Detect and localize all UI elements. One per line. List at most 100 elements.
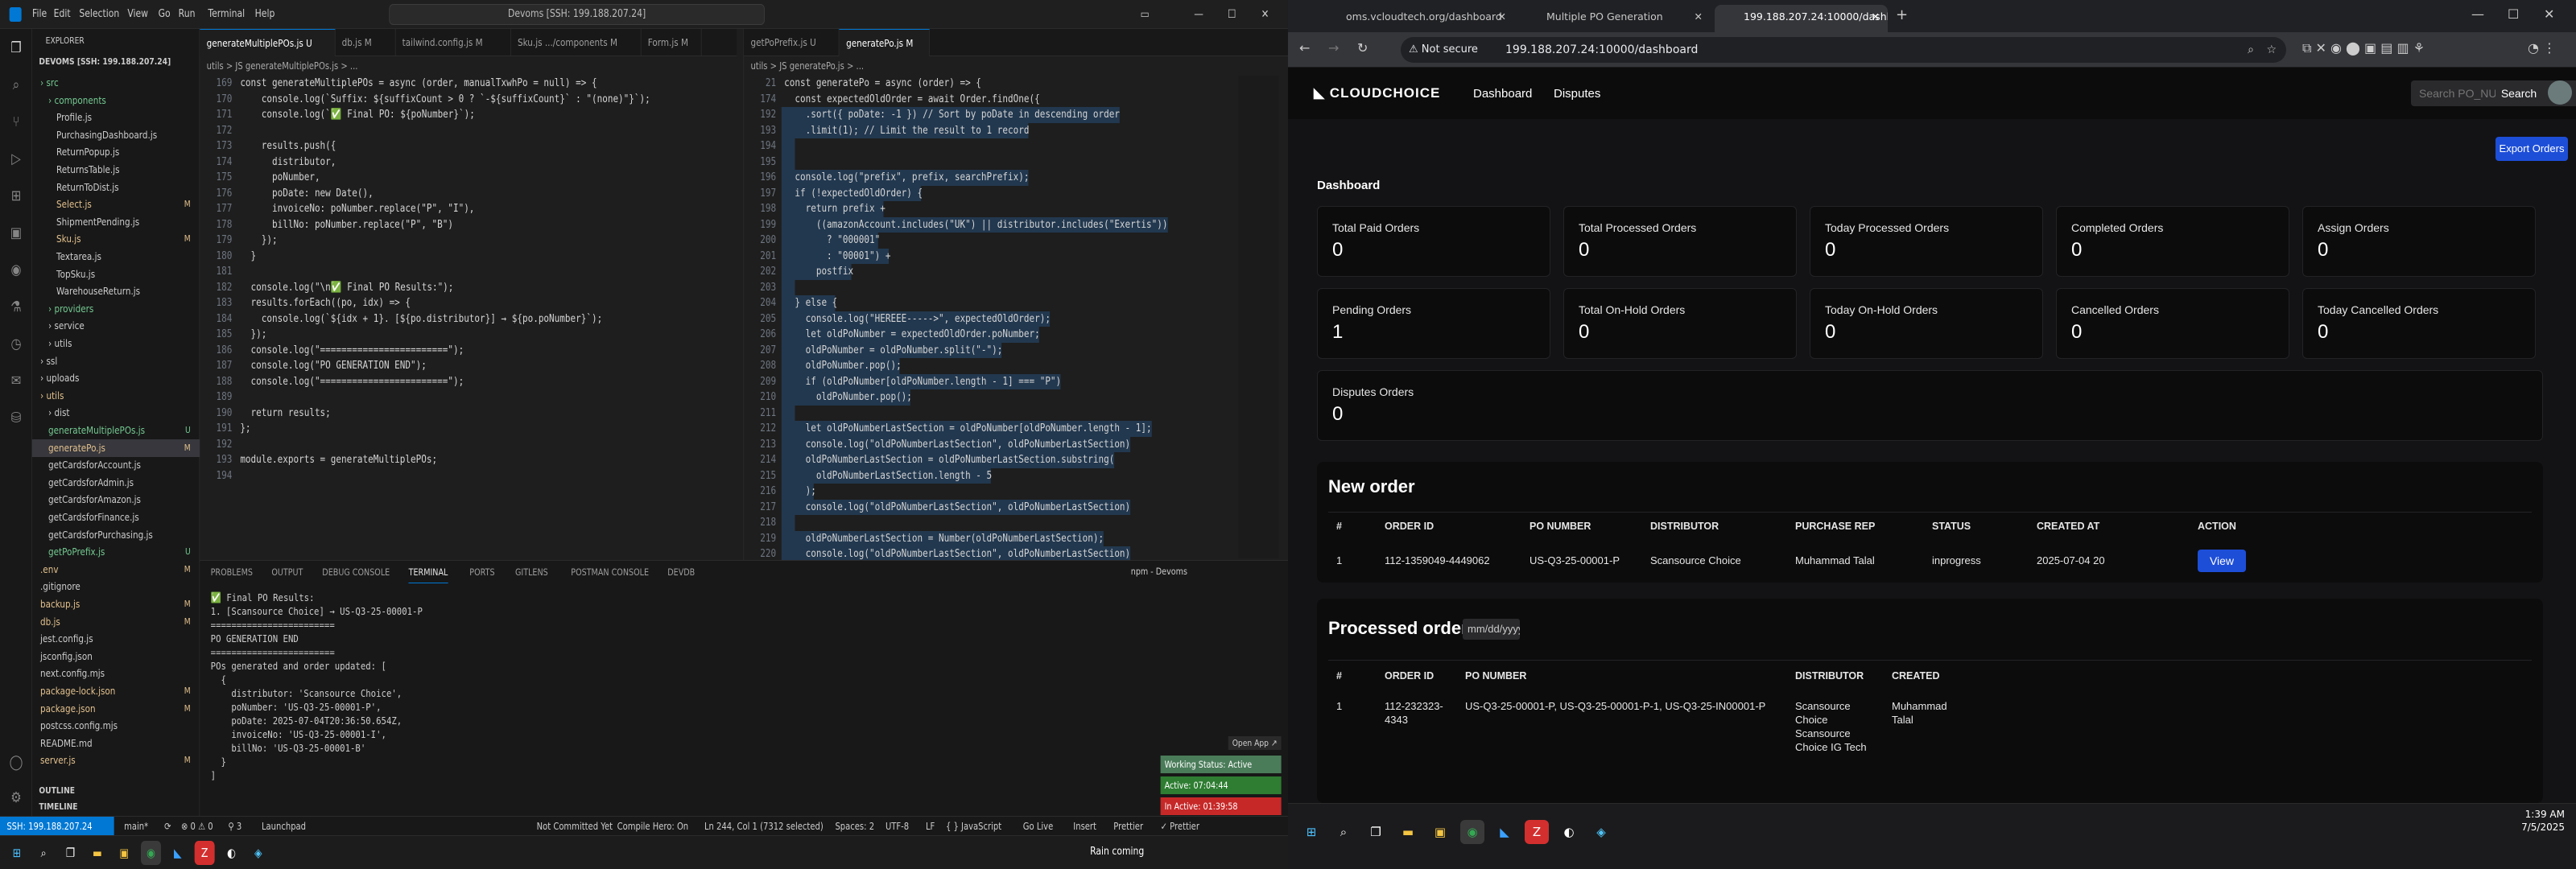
file-item[interactable]: Select.js M — [32, 196, 200, 213]
file-item[interactable]: getCardsforFinance.js — [32, 509, 200, 526]
new-tab-icon[interactable]: + — [1896, 6, 1908, 23]
not-secure-badge[interactable]: ⚠ Not secure — [1409, 37, 1478, 63]
gitlens-icon[interactable]: ◉ — [8, 261, 24, 280]
clock-date[interactable]: 7/5/2025 — [2521, 822, 2565, 833]
remote-indicator[interactable]: SSH: 199.188.207.24 — [0, 817, 114, 836]
file-item[interactable]: db.js M — [32, 613, 200, 631]
menu-edit[interactable]: Edit — [54, 0, 71, 29]
maximize-icon[interactable]: ☐ — [2508, 6, 2519, 22]
reload-icon[interactable]: ↻ — [1357, 40, 1368, 56]
file-item[interactable]: package-lock.json M — [32, 682, 200, 700]
chrome-icon[interactable]: ◉ — [1460, 820, 1484, 844]
start-icon[interactable]: ⊞ — [1299, 820, 1323, 844]
file-item[interactable]: getCardsforAdmin.js — [32, 474, 200, 492]
editor-tab[interactable]: Sku.js .../components M — [511, 29, 642, 56]
breadcrumb[interactable]: utils > JS generateMultiplePOs.js > ... — [207, 58, 358, 74]
editor-tab[interactable]: generatePo.js M — [839, 29, 931, 56]
back-icon[interactable]: ← — [1299, 40, 1310, 56]
folder-item[interactable]: › components — [32, 92, 200, 109]
app-icon[interactable]: Z — [194, 841, 215, 865]
app-icon[interactable]: Z — [1525, 820, 1549, 844]
search-button[interactable]: Search — [2496, 80, 2542, 106]
editor-tab[interactable]: tailwind.config.js M — [395, 29, 511, 56]
editor-tab[interactable]: getPoPrefix.js U — [744, 29, 840, 56]
language-mode[interactable]: { } JavaScript — [946, 817, 1001, 836]
file-item[interactable]: README.md — [32, 735, 200, 752]
folder-item[interactable]: › utils — [32, 335, 200, 352]
layout-toggle-icon[interactable]: ▭ — [1141, 0, 1150, 29]
file-item[interactable]: generatePo.js M — [31, 439, 200, 457]
folder-item[interactable]: › dist — [32, 404, 200, 422]
editor-left[interactable]: generateMultiplePOs.js Udb.js Mtailwind.… — [200, 29, 737, 560]
file-item[interactable]: backup.js M — [32, 595, 200, 613]
open-app-button[interactable]: Open App ↗ — [1228, 736, 1282, 750]
browser-tab[interactable]: oms.vcloudtech.org/dashboard ✕ — [1317, 5, 1514, 32]
export-orders-button[interactable]: Export Orders — [2496, 137, 2568, 161]
tab-close-icon[interactable]: ✕ — [1498, 5, 1506, 29]
file-item[interactable]: .gitignore — [32, 578, 200, 595]
menu-selection[interactable]: Selection — [79, 0, 119, 29]
store-icon[interactable]: ▣ — [114, 841, 134, 865]
search-icon[interactable]: ⌕ — [34, 841, 54, 865]
store-icon[interactable]: ▣ — [1428, 820, 1452, 844]
panel-tab-ports[interactable]: PORTS — [469, 561, 494, 583]
profile-icon[interactable]: ◔ ⋮ — [2528, 40, 2556, 56]
git-blame[interactable]: Not Committed Yet — [537, 817, 613, 836]
file-item[interactable]: WarehouseReturn.js — [32, 282, 200, 300]
panel-tab-postman-console[interactable]: POSTMAN CONSOLE — [571, 561, 649, 583]
close-icon[interactable]: ✕ — [1261, 0, 1269, 29]
prettier[interactable]: Prettier — [1113, 817, 1143, 836]
file-item[interactable]: next.config.mjs — [32, 665, 200, 682]
file-item[interactable]: generateMultiplePOs.js U — [32, 422, 200, 439]
menu-terminal[interactable]: Terminal — [208, 0, 245, 29]
menu-view[interactable]: View — [127, 0, 148, 29]
nav-disputes[interactable]: Disputes — [1554, 87, 1600, 101]
editor-tab[interactable]: generateMultiplePOs.js U — [200, 29, 336, 56]
timeline-icon[interactable]: ◷ — [8, 335, 24, 354]
folder-item[interactable]: › uploads — [32, 369, 200, 387]
file-explorer-icon[interactable]: ▬ — [1396, 820, 1420, 844]
explorer-root[interactable]: DEVOMS [SSH: 199.188.207.24] — [39, 56, 171, 67]
editor-right[interactable]: getPoPrefix.js UgeneratePo.js M utils > … — [743, 29, 1288, 562]
file-item[interactable]: ShipmentPending.js — [32, 213, 200, 231]
encoding[interactable]: UTF-8 — [886, 817, 909, 836]
testing-icon[interactable]: ⚗ — [8, 298, 24, 317]
insert-mode[interactable]: Insert — [1073, 817, 1096, 836]
vscode-icon[interactable]: ◣ — [167, 841, 188, 865]
timeline-section[interactable]: TIMELINE — [39, 801, 77, 812]
search-icon[interactable]: ⌕ — [1331, 820, 1356, 844]
settings-gear-icon[interactable]: ⚙ — [8, 789, 24, 808]
view-order-button[interactable]: View — [2198, 550, 2246, 572]
indentation[interactable]: Spaces: 2 — [835, 817, 874, 836]
file-item[interactable]: ReturnPopup.js — [32, 143, 200, 161]
file-item[interactable]: jest.config.js — [32, 630, 200, 648]
file-item[interactable]: Sku.js M — [32, 230, 200, 248]
file-item[interactable]: postcss.config.mjs — [32, 717, 200, 735]
app-icon[interactable]: ◐ — [1557, 820, 1581, 844]
file-item[interactable]: getCardsforAccount.js — [32, 456, 200, 474]
forward-icon[interactable]: → — [1328, 40, 1339, 56]
breadcrumb[interactable]: utils > JS generatePo.js > ... — [750, 58, 864, 74]
file-item[interactable]: Textarea.js — [32, 248, 200, 266]
extensions-icon[interactable]: ⊞ — [8, 187, 24, 206]
task-view-icon[interactable]: ❐ — [60, 841, 80, 865]
chrome-icon[interactable]: ◉ — [140, 841, 161, 865]
source-control-icon[interactable]: ⑂ — [8, 113, 24, 132]
date-from-input[interactable]: mm/dd/yyyy ▦ — [1463, 619, 1520, 640]
clock-time[interactable]: 1:39 AM — [2525, 809, 2565, 820]
eol[interactable]: LF — [926, 817, 935, 836]
panel-tab-gitlens[interactable]: GITLENS — [515, 561, 548, 583]
file-item[interactable]: ReturnsTable.js — [32, 161, 200, 179]
extensions-icon[interactable]: ⧉ ✕ ◉ ⬤ ▣ ▤ ▥ ⚘ — [2302, 40, 2425, 56]
problems-count[interactable]: ⊗ 0 ⚠ 0 — [181, 817, 213, 836]
terminal-name[interactable]: npm - Devoms — [1131, 566, 1187, 577]
file-item[interactable]: ReturnToDist.js — [32, 179, 200, 196]
search-icon[interactable]: ⌕ — [8, 76, 24, 95]
zoom-icon[interactable]: ⌕ — [2248, 37, 2254, 63]
tab-close-icon[interactable]: ✕ — [1872, 5, 1880, 29]
panel-tab-debug-console[interactable]: DEBUG CONSOLE — [322, 561, 390, 583]
file-item[interactable]: package.json M — [32, 700, 200, 718]
command-center-search[interactable]: Devoms [SSH: 199.188.207.24] — [389, 4, 765, 25]
cursor-position[interactable]: Ln 244, Col 1 (7312 selected) — [704, 817, 824, 836]
maximize-icon[interactable]: ☐ — [1228, 0, 1236, 29]
